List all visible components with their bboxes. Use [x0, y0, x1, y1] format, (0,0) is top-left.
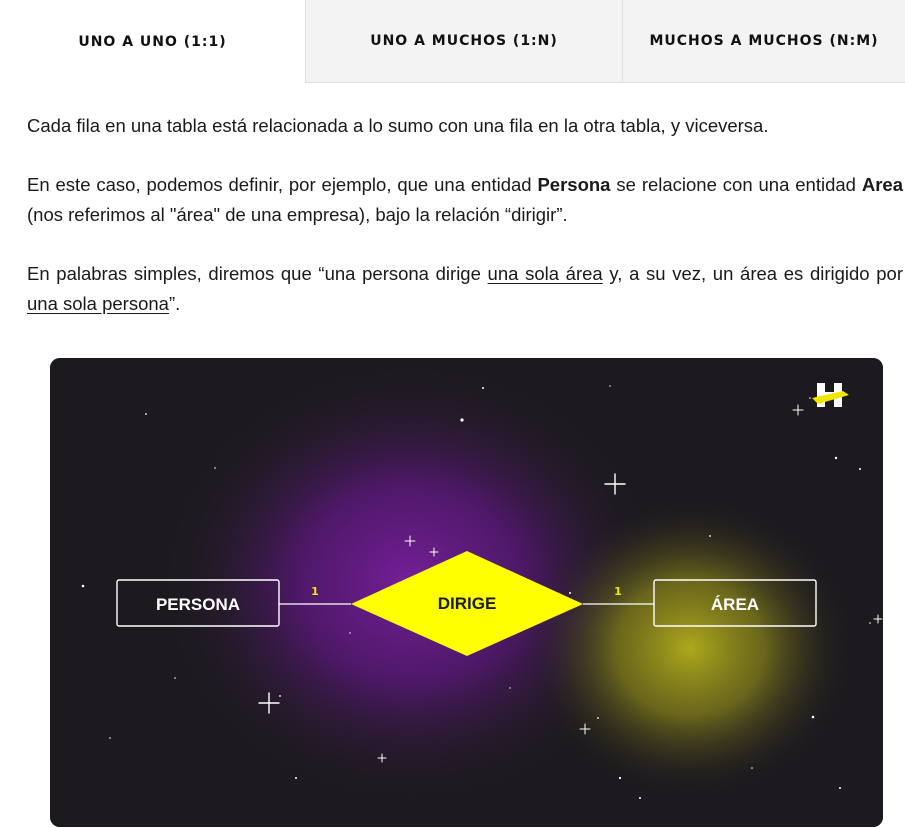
cardinality-left: 1: [311, 585, 319, 598]
underline-una-sola-persona: una sola persona: [27, 293, 169, 314]
entity-persona-label: PERSONA: [156, 595, 240, 614]
tab-one-to-one[interactable]: UNO A UNO (1:1): [0, 0, 305, 83]
tab-one-to-many[interactable]: UNO A MUCHOS (1:N): [305, 0, 622, 83]
yellow-glow: [525, 498, 855, 798]
underline-una-sola-area: una sola área: [487, 263, 603, 284]
paragraph-example: En este caso, podemos definir, por ejemp…: [27, 170, 903, 230]
text-segment: ”.: [168, 293, 181, 314]
paragraph-summary: En palabras simples, diremos que “una pe…: [27, 259, 903, 319]
text-segment: (nos referimos al "área" de una empresa)…: [27, 204, 568, 225]
relationship-label: DIRIGE: [438, 594, 497, 613]
er-diagram-svg: 1 1 PERSONA DIRIGE ÁREA: [50, 358, 883, 827]
text-segment: y, a su vez, un área es dirigido por: [602, 263, 903, 284]
entity-persona-bold: Persona: [537, 174, 611, 195]
tab-bar: UNO A UNO (1:1) UNO A MUCHOS (1:N) MUCHO…: [0, 0, 905, 83]
text-segment: se relacione con una entidad: [610, 174, 862, 195]
tab-content: Cada fila en una tabla está relacionada …: [27, 111, 903, 348]
text-segment: En este caso, podemos definir, por ejemp…: [27, 174, 538, 195]
entity-area-label: ÁREA: [711, 595, 759, 614]
cardinality-right: 1: [614, 585, 622, 598]
paragraph-definition: Cada fila en una tabla está relacionada …: [27, 115, 769, 136]
er-diagram-card: 1 1 PERSONA DIRIGE ÁREA: [50, 358, 883, 827]
text-segment: En palabras simples, diremos que “una pe…: [27, 263, 488, 284]
tab-many-to-many[interactable]: MUCHOS A MUCHOS (N:M): [622, 0, 905, 83]
entity-area-bold: Area: [861, 174, 903, 195]
